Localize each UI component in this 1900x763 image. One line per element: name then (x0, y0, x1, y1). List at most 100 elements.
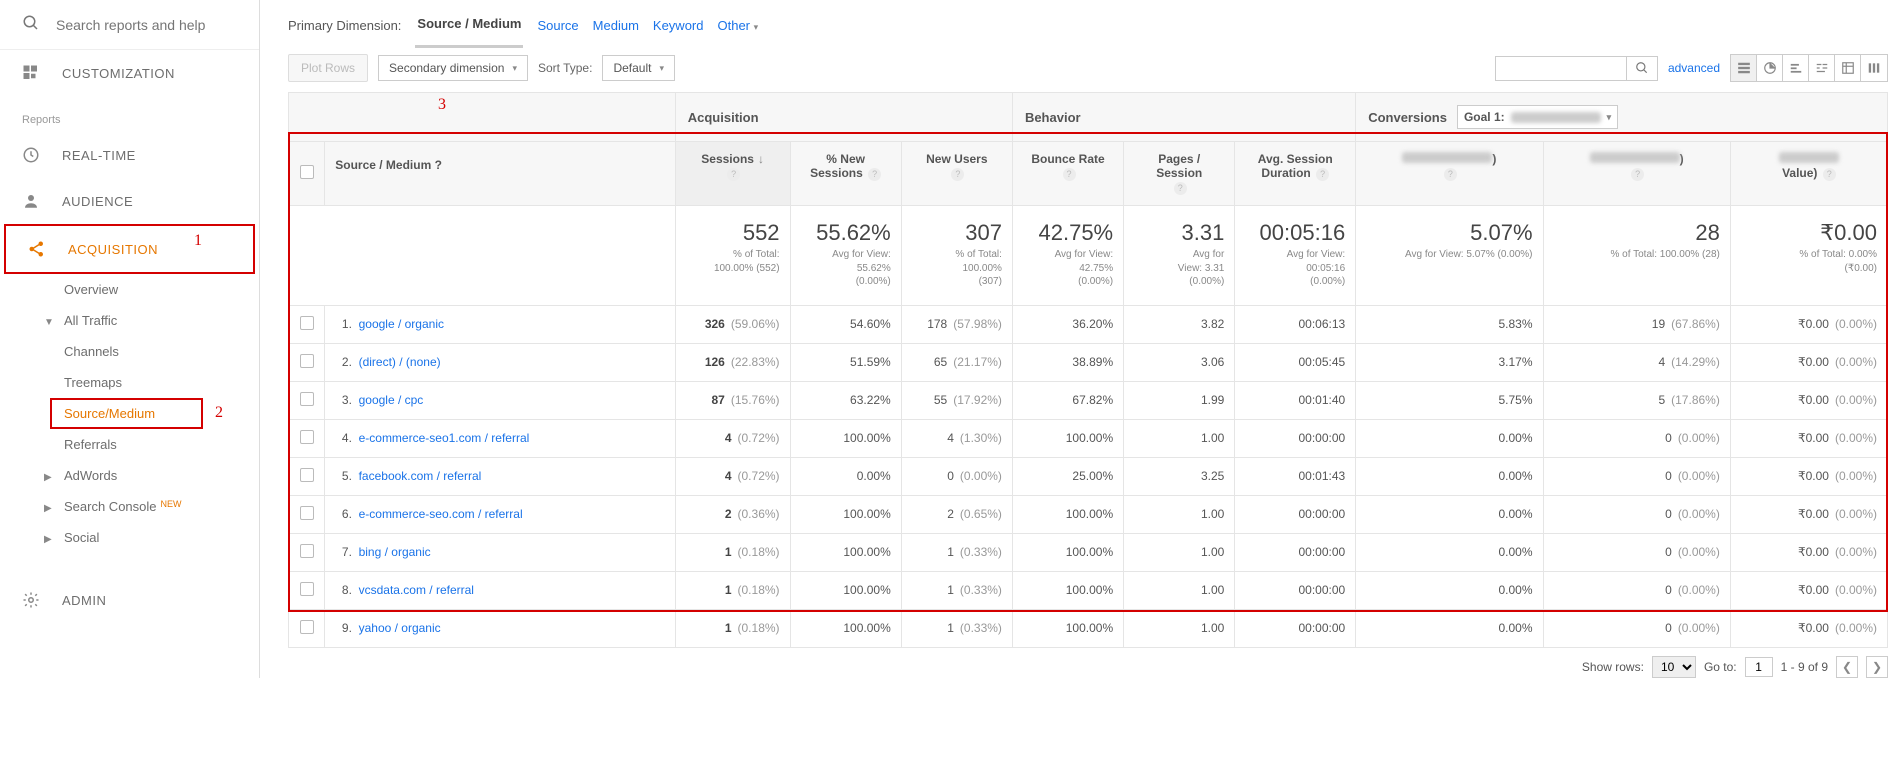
help-icon[interactable]: ? (1316, 168, 1329, 181)
rows-per-page-select[interactable]: 10 (1652, 656, 1696, 678)
col-new-users[interactable]: New Users? (901, 142, 1012, 206)
cell-sessions: 1(0.18%) (675, 571, 790, 609)
cell-goal-value: ₹0.00(0.00%) (1730, 609, 1887, 647)
cell-goal-rate: 5.75% (1356, 381, 1543, 419)
row-source-medium[interactable]: 2. (direct) / (none) (325, 343, 675, 381)
dim-source-medium[interactable]: Source / Medium (415, 16, 523, 48)
cell-goal-value: ₹0.00(0.00%) (1730, 419, 1887, 457)
row-checkbox[interactable] (289, 305, 325, 343)
dim-other[interactable]: Other ▾ (717, 18, 758, 33)
row-checkbox[interactable] (289, 381, 325, 419)
select-all-checkbox[interactable] (289, 142, 325, 206)
help-icon[interactable]: ? (435, 158, 442, 172)
table-search-input[interactable] (1496, 57, 1626, 80)
help-icon[interactable]: ? (951, 168, 964, 181)
view-comparison-icon[interactable] (1809, 55, 1835, 81)
help-icon[interactable]: ? (727, 168, 740, 181)
blurred-text (1590, 152, 1680, 163)
dim-source[interactable]: Source (537, 18, 578, 33)
advanced-link[interactable]: advanced (1668, 61, 1720, 75)
sidebar-audience[interactable]: AUDIENCE (0, 178, 259, 224)
goal-selector[interactable]: Goal 1: ▾ (1457, 105, 1618, 129)
cell-pps: 3.25 (1124, 457, 1235, 495)
cell-new-users: 178(57.98%) (901, 305, 1012, 343)
sidebar-admin[interactable]: ADMIN (0, 577, 259, 623)
sub-adwords[interactable]: ▶AdWords (0, 460, 259, 491)
cell-goal-rate: 5.83% (1356, 305, 1543, 343)
col-goal-rate[interactable]: )? (1356, 142, 1543, 206)
sidebar-label: CUSTOMIZATION (62, 66, 175, 81)
help-icon[interactable]: ? (1823, 168, 1836, 181)
sub-channels[interactable]: Channels (0, 336, 259, 367)
row-checkbox[interactable] (289, 571, 325, 609)
primary-dimension-label: Primary Dimension: (288, 18, 401, 33)
col-goal-value[interactable]: Value) ? (1730, 142, 1887, 206)
row-source-medium[interactable]: 9. yahoo / organic (325, 609, 675, 647)
goto-input[interactable] (1745, 657, 1773, 677)
help-icon[interactable]: ? (1444, 168, 1457, 181)
view-data-icon[interactable] (1731, 55, 1757, 81)
row-source-medium[interactable]: 3. google / cpc (325, 381, 675, 419)
next-page-button[interactable]: ❯ (1866, 656, 1888, 678)
row-source-medium[interactable]: 5. facebook.com / referral (325, 457, 675, 495)
view-cloud-icon[interactable] (1861, 55, 1887, 81)
prev-page-button[interactable]: ❮ (1836, 656, 1858, 678)
person-icon (22, 192, 46, 210)
sidebar-acquisition[interactable]: ACQUISITION (6, 226, 253, 272)
secondary-dimension-select[interactable]: Secondary dimension▾ (378, 55, 528, 81)
sub-all-traffic[interactable]: ▼All Traffic (0, 305, 259, 336)
help-icon[interactable]: ? (1174, 182, 1187, 195)
row-checkbox[interactable] (289, 533, 325, 571)
main-content: Primary Dimension: Source / Medium Sourc… (260, 0, 1900, 678)
row-checkbox[interactable] (289, 343, 325, 381)
cell-bounce: 67.82% (1012, 381, 1123, 419)
help-icon[interactable]: ? (1063, 168, 1076, 181)
col-source-medium[interactable]: Source / Medium ? (325, 142, 675, 206)
search-input[interactable] (54, 16, 234, 34)
col-goal-completions[interactable]: )? (1543, 142, 1730, 206)
row-source-medium[interactable]: 8. vcsdata.com / referral (325, 571, 675, 609)
row-source-medium[interactable]: 6. e-commerce-seo.com / referral (325, 495, 675, 533)
row-source-medium[interactable]: 7. bing / organic (325, 533, 675, 571)
row-checkbox[interactable] (289, 457, 325, 495)
plot-rows-button[interactable]: Plot Rows (288, 54, 368, 82)
row-checkbox[interactable] (289, 495, 325, 533)
dashboard-icon (22, 64, 46, 82)
col-bounce-rate[interactable]: Bounce Rate? (1012, 142, 1123, 206)
cell-bounce: 100.00% (1012, 609, 1123, 647)
sub-overview[interactable]: Overview (0, 274, 259, 305)
view-pie-icon[interactable] (1757, 55, 1783, 81)
col-new-sessions[interactable]: % New Sessions ? (790, 142, 901, 206)
cell-bounce: 100.00% (1012, 533, 1123, 571)
cell-goal-completions: 0(0.00%) (1543, 571, 1730, 609)
col-avg-duration[interactable]: Avg. Session Duration ? (1235, 142, 1356, 206)
sub-source-medium[interactable]: Source/Medium 2 (50, 398, 203, 429)
col-sessions[interactable]: Sessions↓? (675, 142, 790, 206)
row-checkbox[interactable] (289, 419, 325, 457)
row-source-medium[interactable]: 1. google / organic (325, 305, 675, 343)
view-switcher (1730, 54, 1888, 82)
cell-goal-value: ₹0.00(0.00%) (1730, 571, 1887, 609)
col-pages-session[interactable]: Pages / Session? (1124, 142, 1235, 206)
caret-down-icon: ▾ (512, 63, 517, 74)
sidebar-customization[interactable]: CUSTOMIZATION (0, 50, 259, 96)
help-icon[interactable]: ? (868, 168, 881, 181)
dim-keyword[interactable]: Keyword (653, 18, 704, 33)
view-pivot-icon[interactable] (1835, 55, 1861, 81)
help-icon[interactable]: ? (1631, 168, 1644, 181)
sub-social[interactable]: ▶Social (0, 522, 259, 553)
table-row: 8. vcsdata.com / referral1(0.18%)100.00%… (289, 571, 1888, 609)
sidebar-realtime[interactable]: REAL-TIME (0, 132, 259, 178)
sub-search-console[interactable]: ▶Search ConsoleNEW (0, 491, 259, 522)
sub-referrals[interactable]: Referrals (0, 429, 259, 460)
table-search-button[interactable] (1626, 57, 1657, 80)
sort-type-select[interactable]: Default▾ (602, 55, 675, 81)
table-toolbar: Plot Rows Secondary dimension▾ Sort Type… (288, 52, 1900, 92)
row-checkbox[interactable] (289, 609, 325, 647)
row-source-medium[interactable]: 4. e-commerce-seo1.com / referral (325, 419, 675, 457)
cell-goal-value: ₹0.00(0.00%) (1730, 533, 1887, 571)
dim-medium[interactable]: Medium (593, 18, 639, 33)
cell-pps: 1.00 (1124, 533, 1235, 571)
view-bar-icon[interactable] (1783, 55, 1809, 81)
sub-treemaps[interactable]: Treemaps (0, 367, 259, 398)
